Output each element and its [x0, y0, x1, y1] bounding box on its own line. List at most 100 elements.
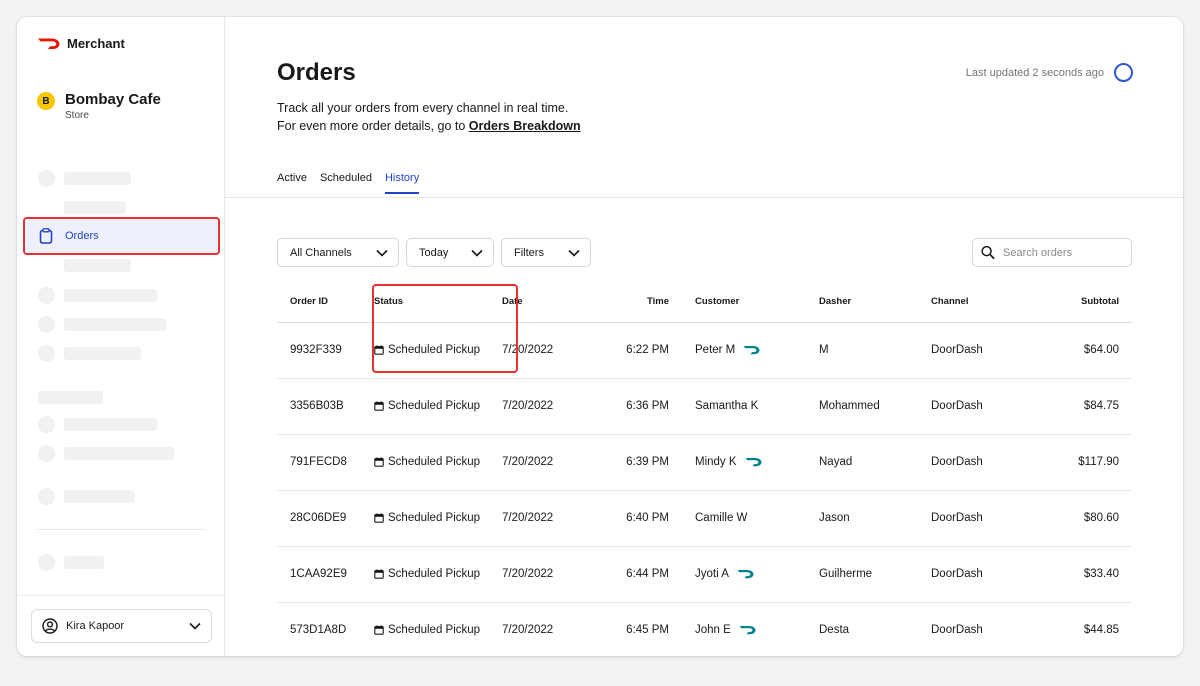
order-time: 6:44 PM	[598, 546, 682, 603]
tab-history[interactable]: History	[384, 172, 420, 194]
customer-name: Peter M	[695, 344, 736, 356]
last-updated-text: Last updated 2 seconds ago	[965, 66, 1104, 79]
table-row[interactable]: 573D1A8D Scheduled Pickup 7/20/2022 6:45…	[277, 602, 1132, 656]
refresh-spinner-icon[interactable]	[1114, 63, 1133, 82]
app-window: Merchant B Bombay Cafe Store Orders Kira…	[17, 17, 1183, 656]
nav-placeholder-icon	[38, 554, 55, 571]
order-date: 7/20/2022	[502, 434, 598, 491]
status-cell: Scheduled Pickup	[361, 490, 502, 547]
status-label: Scheduled Pickup	[388, 568, 481, 580]
dasher-name: Nayad	[819, 434, 931, 491]
order-time: 6:40 PM	[598, 490, 682, 547]
calendar-icon	[374, 625, 384, 635]
table-row[interactable]: 28C06DE9 Scheduled Pickup 7/20/2022 6:40…	[277, 490, 1132, 547]
nav-placeholder-icon	[38, 416, 55, 433]
user-menu-button[interactable]: Kira Kapoor	[31, 609, 212, 643]
page-title: Orders	[277, 59, 356, 86]
customer-cell: Samantha K	[682, 378, 819, 435]
order-time: 6:22 PM	[598, 322, 682, 379]
customer-name: Jyoti A	[695, 568, 729, 580]
channel-name: DoorDash	[931, 490, 1037, 547]
col-header-channel[interactable]: Channel	[931, 281, 1037, 323]
tabs-divider	[225, 197, 1183, 198]
table-row[interactable]: 1CAA92E9 Scheduled Pickup 7/20/2022 6:44…	[277, 546, 1132, 603]
status-cell: Scheduled Pickup	[361, 546, 502, 603]
chevron-down-icon	[471, 249, 483, 257]
search-input[interactable]	[1003, 246, 1123, 259]
subtotal: $64.00	[1037, 322, 1132, 379]
date-dropdown[interactable]: Today	[406, 238, 494, 267]
section-placeholder	[38, 391, 103, 404]
customer-name: Samantha K	[695, 400, 759, 412]
search-icon	[981, 245, 995, 259]
col-header-dasher[interactable]: Dasher	[819, 281, 931, 323]
nav-placeholder-icon	[38, 345, 55, 362]
col-header-customer[interactable]: Customer	[682, 281, 819, 323]
dasher-name: Jason	[819, 490, 931, 547]
nav-placeholder	[64, 490, 135, 503]
nav-placeholder	[64, 347, 141, 360]
status-label: Scheduled Pickup	[388, 456, 481, 468]
subtotal: $44.85	[1037, 602, 1132, 656]
nav-placeholder	[64, 172, 131, 185]
dashpass-icon	[743, 346, 760, 355]
order-date: 7/20/2022	[502, 602, 598, 656]
customer-name: Camille W	[695, 512, 748, 524]
col-header-subtotal[interactable]: Subtotal	[1037, 281, 1132, 323]
dasher-name: Guilherme	[819, 546, 931, 603]
filter-bar: All Channels Today Filters	[277, 238, 591, 267]
dasher-name: Mohammed	[819, 378, 931, 435]
nav-placeholder	[64, 418, 157, 431]
order-id: 3356B03B	[277, 378, 361, 435]
dashpass-icon	[745, 458, 762, 467]
sidebar-footer-divider	[17, 595, 224, 596]
highlight-box-status	[372, 284, 518, 373]
status-label: Scheduled Pickup	[388, 624, 481, 636]
sidebar-divider	[37, 529, 205, 530]
customer-cell: John E	[682, 602, 819, 656]
status-label: Scheduled Pickup	[388, 512, 481, 524]
channel-name: DoorDash	[931, 546, 1037, 603]
store-type: Store	[65, 110, 89, 121]
channels-dropdown[interactable]: All Channels	[277, 238, 399, 267]
customer-name: John E	[695, 624, 731, 636]
table-row[interactable]: 791FECD8 Scheduled Pickup 7/20/2022 6:39…	[277, 434, 1132, 491]
chevron-down-icon	[189, 622, 201, 630]
dasher-name: Desta	[819, 602, 931, 656]
order-tabs: Active Scheduled History	[277, 172, 420, 194]
tab-active[interactable]: Active	[277, 172, 307, 194]
tab-scheduled[interactable]: Scheduled	[320, 172, 372, 194]
nav-placeholder	[64, 447, 174, 460]
col-header-time[interactable]: Time	[598, 281, 682, 323]
sidebar: Merchant B Bombay Cafe Store Orders Kira…	[17, 17, 225, 656]
nav-placeholder	[64, 201, 126, 214]
nav-placeholder-icon	[38, 287, 55, 304]
dashpass-icon	[739, 626, 756, 635]
subtotal: $117.90	[1037, 434, 1132, 491]
calendar-icon	[374, 457, 384, 467]
status-label: Scheduled Pickup	[388, 400, 481, 412]
brand-name: Merchant	[67, 36, 125, 51]
search-box[interactable]	[972, 238, 1132, 267]
nav-placeholder	[64, 556, 104, 569]
nav-placeholder-icon	[38, 170, 55, 187]
store-badge: B	[37, 92, 55, 110]
nav-placeholder	[64, 318, 166, 331]
page-description: Track all your orders from every channel…	[277, 99, 581, 135]
filters-dropdown[interactable]: Filters	[501, 238, 591, 267]
brand[interactable]: Merchant	[37, 36, 125, 51]
date-dropdown-label: Today	[419, 246, 449, 259]
order-date: 7/20/2022	[502, 490, 598, 547]
order-time: 6:36 PM	[598, 378, 682, 435]
order-id: 9932F339	[277, 322, 361, 379]
col-header-order-id[interactable]: Order ID	[277, 281, 361, 323]
calendar-icon	[374, 401, 384, 411]
store-switcher[interactable]: B Bombay Cafe Store	[37, 91, 161, 122]
table-row[interactable]: 3356B03B Scheduled Pickup 7/20/2022 6:36…	[277, 378, 1132, 435]
subtotal: $80.60	[1037, 490, 1132, 547]
nav-placeholder-icon	[38, 445, 55, 462]
filters-dropdown-label: Filters	[514, 246, 544, 259]
customer-name: Mindy K	[695, 456, 737, 468]
customer-cell: Mindy K	[682, 434, 819, 491]
orders-breakdown-link[interactable]: Orders Breakdown	[469, 119, 581, 133]
